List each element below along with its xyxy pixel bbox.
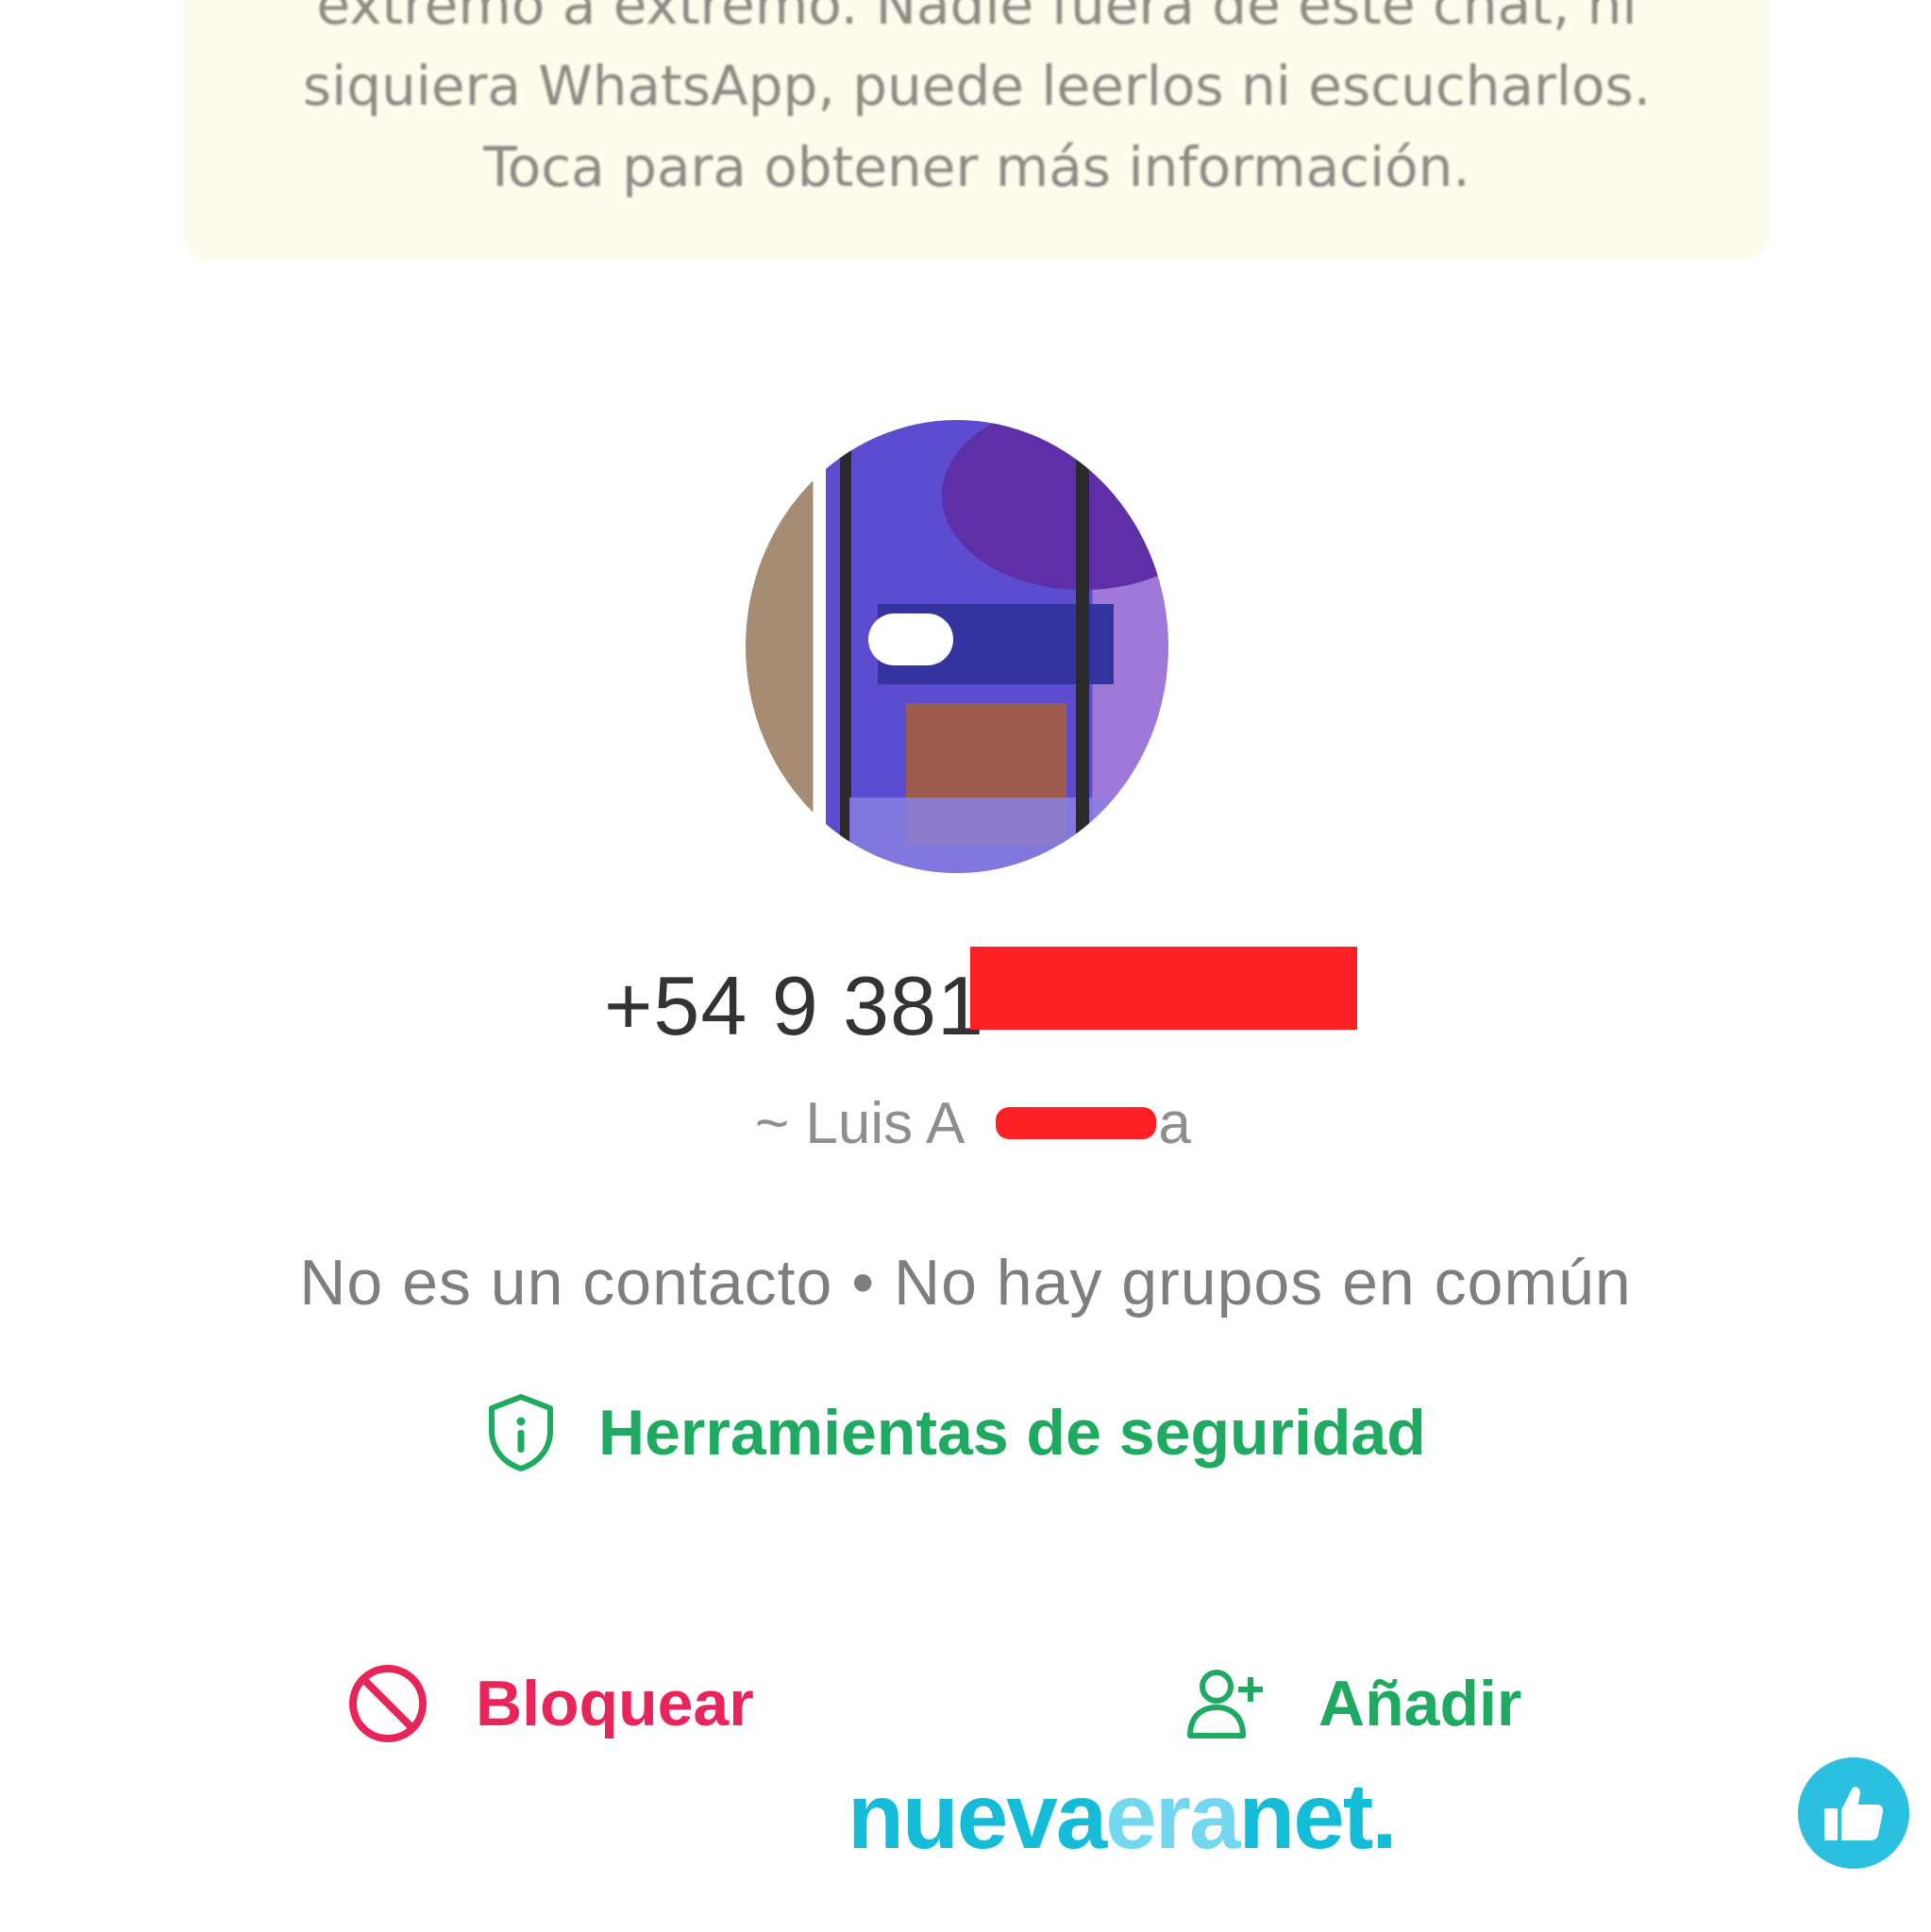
avatar-floor	[849, 798, 1161, 873]
watermark-part-2: era	[1105, 1764, 1240, 1868]
contact-status: No es un contacto • No hay grupos en com…	[299, 1247, 1632, 1319]
avatar-logo-badge	[868, 613, 953, 665]
add-person-icon	[1187, 1670, 1263, 1739]
notice-line-2: siquiera WhatsApp, puede leerlos ni escu…	[302, 54, 1652, 118]
safety-tools-label: Herramientas de seguridad	[598, 1397, 1426, 1469]
profile-avatar[interactable]	[746, 420, 1168, 873]
block-button[interactable]: Bloquear	[347, 1656, 754, 1751]
encryption-notice-text: extremo a extremo. Nadie fuera de este c…	[184, 0, 1770, 208]
block-label: Bloquear	[476, 1668, 754, 1739]
like-button[interactable]	[1798, 1757, 1909, 1869]
phone-number: +54 9 381	[604, 959, 984, 1052]
thumbs-up-icon	[1824, 1787, 1884, 1840]
notice-line-1: extremo a extremo. Nadie fuera de este c…	[316, 0, 1637, 37]
watermark-part-1: nueva	[848, 1764, 1107, 1868]
avatar-sign-top	[942, 420, 1168, 590]
encryption-notice[interactable]: extremo a extremo. Nadie fuera de este c…	[184, 0, 1770, 260]
avatar-frame-right	[1076, 420, 1089, 873]
shield-info-icon	[489, 1394, 553, 1471]
safety-tools-link[interactable]: Herramientas de seguridad	[486, 1386, 1426, 1480]
add-label: Añadir	[1318, 1668, 1522, 1739]
block-icon	[349, 1665, 427, 1742]
alias-redaction	[996, 1107, 1156, 1139]
add-contact-button[interactable]: Añadir	[1184, 1656, 1521, 1751]
notice-line-3: Toca para obtener más información.	[483, 135, 1470, 199]
phone-redaction	[970, 947, 1357, 1030]
alias-prefix: ~ Luis A	[755, 1091, 966, 1156]
watermark-part-3: net.	[1238, 1764, 1397, 1868]
watermark-logo: nuevaeranet.	[848, 1763, 1398, 1870]
alias-suffix: a	[1158, 1091, 1191, 1156]
